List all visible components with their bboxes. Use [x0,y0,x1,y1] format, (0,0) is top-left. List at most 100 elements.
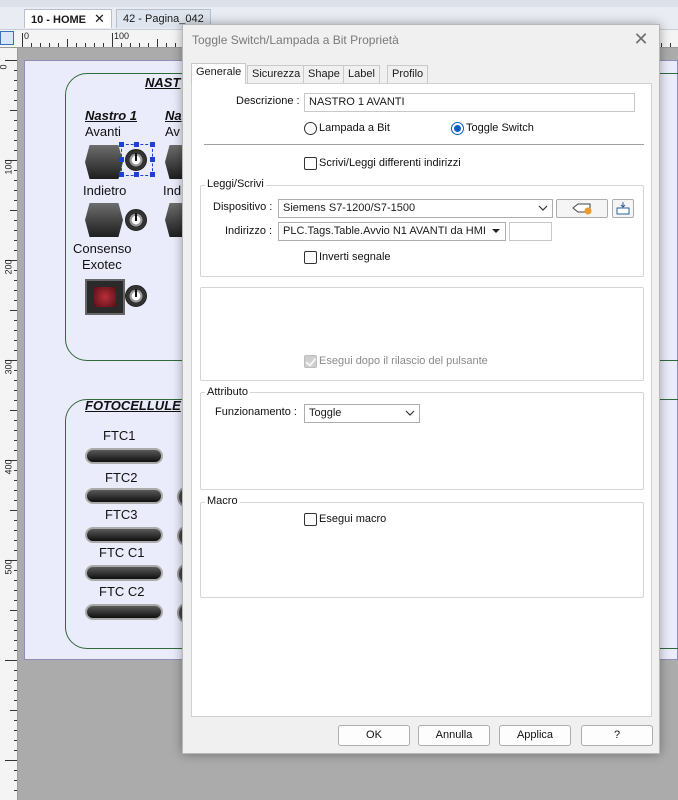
ruler-tick [14,620,17,621]
tab-label[interactable]: Label [343,65,380,83]
ruler-tick [76,43,77,47]
keyboard-button[interactable] [612,199,634,218]
dropdown-arrow-icon [491,223,501,240]
toggle-switch-radio[interactable] [451,122,464,135]
indietro2-label: Ind [163,183,182,198]
avanti-label: Avanti [85,124,121,139]
esegui-rilascio-label: Esegui dopo il rilascio del pulsante [319,355,488,367]
ruler-tick [121,43,122,47]
applica-button[interactable]: Applica [499,725,571,746]
ruler-tick [31,43,32,47]
ftc3-label: FTC3 [105,507,138,522]
chevron-down-icon [538,200,548,217]
ruler-tick [14,240,17,241]
esegui-macro-checkbox[interactable] [304,513,317,526]
close-icon[interactable]: ✕ [631,29,651,49]
selection-handle[interactable] [134,172,139,177]
tab-profilo[interactable]: Profilo [387,65,429,83]
dispositivo-select[interactable]: Siemens S7-1200/S7-1500 [278,199,553,218]
ruler-tick [157,39,158,47]
indirizzo-extra-field[interactable] [509,222,552,241]
ftc-c2-indicator[interactable] [85,604,163,620]
esegui-rilascio-checkbox[interactable] [304,355,317,368]
avanti-button[interactable] [85,145,123,179]
ruler-tick [85,43,86,47]
power-knob-icon[interactable] [125,285,147,307]
power-knob-icon[interactable] [125,209,147,231]
ruler-tick [14,700,17,701]
ruler-tick [14,200,17,201]
ruler-tick [166,43,167,47]
ruler-label: 0 [24,31,30,41]
scrivi-leggi-label[interactable]: Scrivi/Leggi differenti indirizzi [319,157,461,169]
ruler-tick [14,330,17,331]
ruler-tick [112,33,113,47]
dialog-title: Toggle Switch/Lampada a Bit Proprietà [192,33,399,47]
toggle-switch-radio-label[interactable]: Toggle Switch [466,122,534,134]
ok-button[interactable]: OK [338,725,410,746]
inverti-label[interactable]: Inverti segnale [319,251,391,263]
properties-dialog: Toggle Switch/Lampada a Bit Proprietà ✕ … [182,24,660,754]
nastro1-label: Nastro 1 [85,108,138,123]
ftc3-indicator[interactable] [85,527,163,543]
ruler-tick [14,680,17,681]
ruler-tick [14,670,17,671]
ruler-tick [14,580,17,581]
lampada-radio-label[interactable]: Lampada a Bit [319,122,390,134]
avanti2-label: Av [165,124,180,139]
consenso-lamp[interactable] [85,279,125,315]
ruler-tick [14,750,17,751]
ruler-tick [10,710,17,711]
ruler-tick [10,110,17,111]
tab-generale[interactable]: Generale [191,63,247,84]
ftc-c1-indicator[interactable] [85,565,163,581]
ruler-tick [14,120,17,121]
selection-handle[interactable] [150,172,155,177]
ruler-tick [14,470,17,471]
selection-handle[interactable] [119,172,124,177]
close-tab-icon[interactable]: ✕ [94,11,105,26]
ruler-tick [10,610,17,611]
selection-handle[interactable] [134,142,139,147]
ruler-tick [14,80,17,81]
selection-handle[interactable] [119,157,124,162]
leggi-scrivi-title: Leggi/Scrivi [205,178,266,190]
tag-browser-button[interactable] [556,199,608,218]
indirizzo-select[interactable]: PLC.Tags.Table.Avvio N1 AVANTI da HMI [278,222,506,241]
inverti-checkbox[interactable] [304,251,317,264]
ruler-tick [10,410,17,411]
tab-sicurezza[interactable]: Sicurezza [247,65,306,83]
ruler-label: 100 [114,31,130,41]
ftc1-indicator[interactable] [85,448,163,464]
ruler-tick [14,570,17,571]
ruler-tick [14,720,17,721]
dialog-titlebar[interactable]: Toggle Switch/Lampada a Bit Proprietà ✕ [183,25,659,55]
ruler-tick [14,150,17,151]
ruler-tick [139,43,140,47]
esegui-macro-label[interactable]: Esegui macro [319,513,386,525]
ruler-tick [148,43,149,47]
annulla-button[interactable]: Annulla [418,725,490,746]
funzionamento-select[interactable]: Toggle [304,404,420,423]
selection-handle[interactable] [150,142,155,147]
tab-10-home-label: 10 - HOME [31,14,87,26]
ruler-tick [130,43,131,47]
ruler-tick [14,450,17,451]
descrizione-field[interactable]: NASTRO 1 AVANTI [304,93,635,112]
tab-shape[interactable]: Shape [303,65,345,83]
indietro-button[interactable] [85,203,123,237]
selection-handle[interactable] [150,157,155,162]
ruler-corner-icon[interactable] [0,31,14,45]
ruler-tick [14,90,17,91]
selection-handle[interactable] [119,142,124,147]
ruler-tick [14,100,17,101]
ruler-tick [49,43,50,47]
ruler-tick [14,630,17,631]
tab-10-home[interactable]: 10 - HOME ✕ [24,9,112,28]
ruler-tick [14,590,17,591]
lampada-radio[interactable] [304,122,317,135]
help-button[interactable]: ? [581,725,653,746]
ftc2-indicator[interactable] [85,488,163,504]
scrivi-leggi-checkbox[interactable] [304,157,317,170]
ruler-tick [14,490,17,491]
